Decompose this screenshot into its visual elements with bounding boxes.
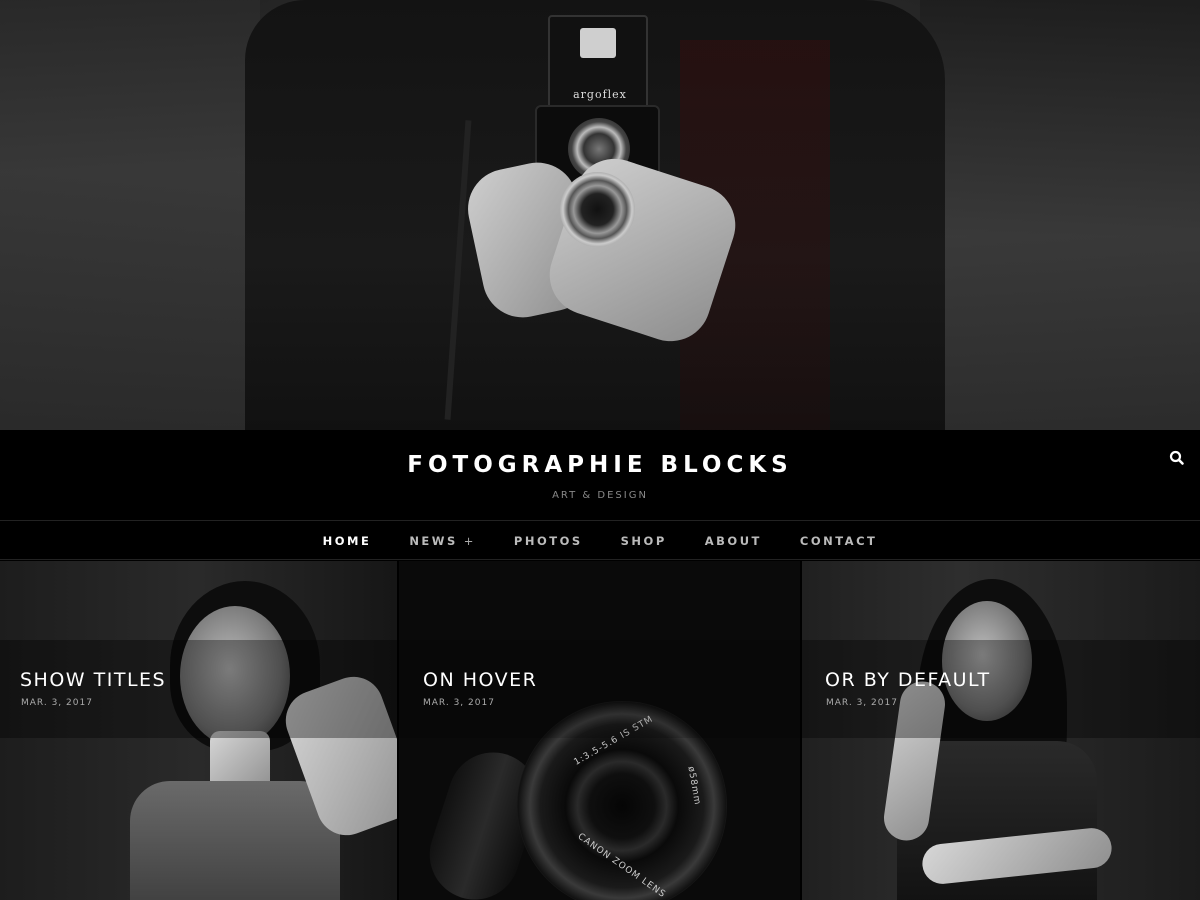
search-button[interactable] (1166, 447, 1188, 469)
post-date: MAR. 3, 2017 (826, 698, 898, 708)
nav-item-label: ABOUT (704, 534, 762, 548)
nav-item-label: CONTACT (799, 534, 878, 548)
hero-background-left (0, 0, 260, 430)
nav-item-contact[interactable]: CONTACT (800, 534, 877, 548)
nav-item-home[interactable]: HOME (323, 534, 372, 548)
submenu-plus-icon[interactable]: + (464, 534, 476, 548)
main-navigation: HOME NEWS + PHOTOS SHOP ABOUT CONTACT (0, 520, 1200, 560)
hero-image: argoflex (0, 0, 1200, 430)
nav-item-news[interactable]: NEWS + (409, 534, 476, 548)
post-card[interactable]: 1:3.5-5.6 IS STM CANON ZOOM LENS ø58mm O… (399, 561, 800, 900)
nav-item-about[interactable]: ABOUT (705, 534, 762, 548)
post-title[interactable]: ON HOVER (423, 669, 537, 691)
post-title[interactable]: OR BY DEFAULT (825, 669, 991, 691)
nav-item-photos[interactable]: PHOTOS (514, 534, 583, 548)
post-grid: SHOW TITLES MAR. 3, 2017 1:3.5-5.6 IS ST… (0, 561, 1200, 900)
nav-item-label: NEWS (409, 534, 458, 548)
post-date: MAR. 3, 2017 (21, 698, 93, 708)
hero-camera-brand: argoflex (573, 88, 627, 101)
nav-item-shop[interactable]: SHOP (621, 534, 667, 548)
nav-item-label: PHOTOS (513, 534, 583, 548)
post-card[interactable]: OR BY DEFAULT MAR. 3, 2017 (802, 561, 1200, 900)
post-card[interactable]: SHOW TITLES MAR. 3, 2017 (0, 561, 397, 900)
search-icon (1169, 450, 1184, 465)
nav-item-label: HOME (322, 534, 372, 548)
hero-camera-badge (580, 28, 616, 58)
site-title[interactable]: FOTOGRAPHIE BLOCKS (0, 452, 1200, 478)
hero-camera-taking-lens (560, 172, 635, 247)
hero-background-right (920, 0, 1200, 430)
site-tagline: ART & DESIGN (552, 490, 648, 501)
post-date: MAR. 3, 2017 (423, 698, 495, 708)
post-title[interactable]: SHOW TITLES (20, 669, 166, 691)
nav-item-label: SHOP (620, 534, 667, 548)
post-photo-torso (130, 781, 340, 900)
